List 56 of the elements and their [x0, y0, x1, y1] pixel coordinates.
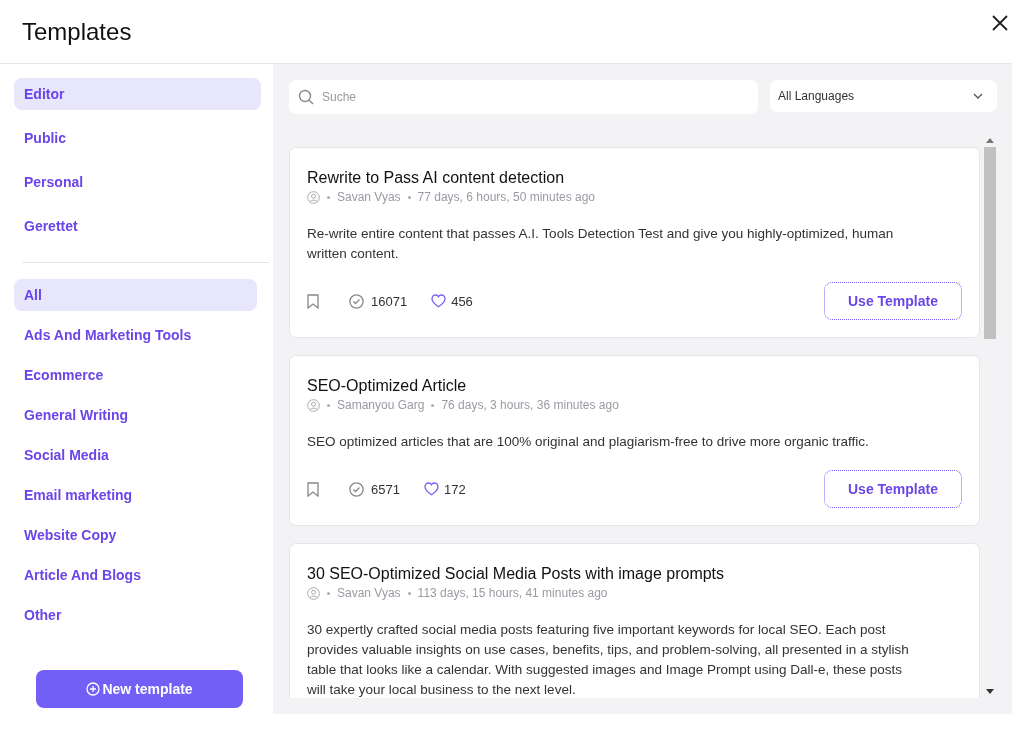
filter-item[interactable]: Editor	[14, 78, 261, 110]
template-description: 30 expertly crafted social media posts featuring five important keywords for local SEO. Each post provides valuable insights on use cases, benefits, tips, and problem-solving, all presented in a stylish table that looks like a calendar. With suggested images and Image Prompt using Dall-e, these posts will take your local business to the next level.	[307, 621, 910, 698]
dialog-title: Templates	[22, 17, 132, 46]
heart-icon[interactable]	[423, 482, 439, 496]
time-ago: 113 days, 15 hours, 41 minutes ago	[417, 586, 608, 600]
language-dropdown[interactable]: All Languages	[770, 80, 997, 112]
template-title: 30 SEO-Optimized Social Media Posts with image prompts	[307, 565, 726, 583]
usage-count: 16071	[371, 293, 408, 309]
category-item[interactable]: Other	[14, 599, 257, 631]
time-ago: 77 days, 6 hours, 50 minutes ago	[417, 190, 596, 204]
separator-dot	[327, 195, 330, 199]
usage-count: 6571	[371, 481, 400, 497]
filter-item[interactable]: Personal	[14, 166, 261, 198]
filter-item[interactable]: Gerettet	[14, 210, 261, 242]
chevron-down-icon	[973, 93, 983, 99]
user-icon	[307, 398, 320, 412]
separator-dot	[327, 403, 330, 407]
bookmark-icon[interactable]	[307, 293, 319, 309]
like-count: 456	[451, 293, 473, 309]
author-name: Savan Vyas	[337, 586, 401, 600]
scroll-up-icon[interactable]	[986, 138, 994, 143]
author-name: Samanyou Garg	[337, 398, 425, 412]
template-description: Re-write entire content that passes A.I. Tools Detection Test and give you highly-optimized, human written content.	[307, 225, 895, 263]
template-title: Rewrite to Pass AI content detection	[307, 169, 566, 187]
filter-item[interactable]: Public	[14, 122, 261, 154]
category-item[interactable]: Social Media	[14, 439, 257, 471]
category-item[interactable]: Ecommerce	[14, 359, 257, 391]
check-circle-icon	[349, 293, 364, 309]
bookmark-icon[interactable]	[307, 481, 319, 497]
template-title: SEO-Optimized Article	[307, 377, 468, 395]
category-item[interactable]: General Writing	[14, 399, 257, 431]
heart-icon[interactable]	[431, 294, 447, 308]
separator-dot	[431, 403, 435, 407]
search-icon	[298, 89, 314, 105]
close-icon[interactable]	[992, 14, 1008, 31]
scroll-down-icon[interactable]	[986, 689, 994, 694]
use-template-button[interactable]: Use Template	[824, 282, 962, 320]
user-icon	[307, 190, 320, 204]
category-item[interactable]: Ads And Marketing Tools	[14, 319, 257, 351]
category-item[interactable]: Email marketing	[14, 479, 257, 511]
like-count: 172	[443, 481, 466, 497]
use-template-button[interactable]: Use Template	[824, 470, 962, 508]
time-ago: 76 days, 3 hours, 36 minutes ago	[441, 398, 619, 412]
category-item[interactable]: Article And Blogs	[14, 559, 257, 591]
template-description: SEO optimized articles that are 100% original and plagiarism-free to drive more organic traffic.	[307, 433, 870, 451]
user-icon	[307, 586, 320, 600]
search-field[interactable]: Suche	[289, 80, 758, 114]
separator-dot	[327, 591, 330, 595]
new-template-button[interactable]: New template	[36, 670, 243, 708]
separator-dot	[407, 591, 411, 595]
separator-dot	[407, 195, 411, 199]
category-item[interactable]: Website Copy	[14, 519, 257, 551]
check-circle-icon	[349, 481, 364, 497]
plus-circle-icon	[86, 682, 101, 696]
category-item[interactable]: All	[14, 279, 257, 311]
author-name: Savan Vyas	[337, 190, 401, 204]
